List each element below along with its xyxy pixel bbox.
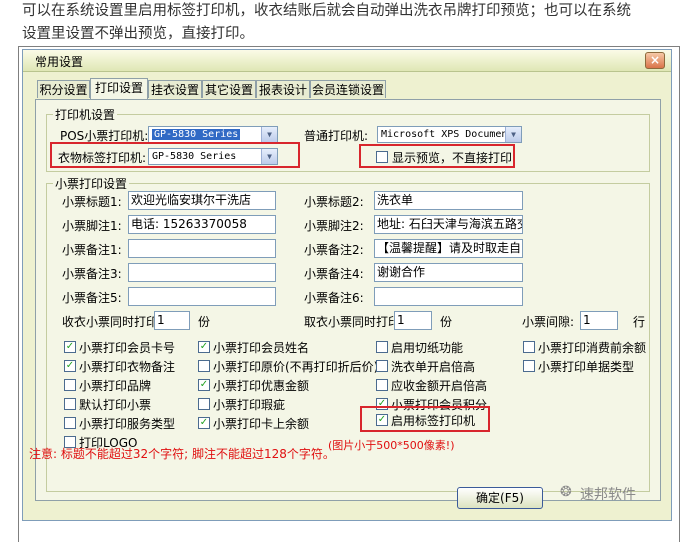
chevron-down-icon: ▼: [261, 149, 277, 164]
tag-printer-value: GP-5830 Series: [152, 151, 237, 162]
checkbox-label: 小票打印消费前余额: [538, 341, 647, 355]
close-button[interactable]: ×: [645, 52, 665, 69]
remark5-input[interactable]: [128, 287, 276, 306]
gap-input[interactable]: 1: [580, 311, 618, 330]
receive-copies-unit: 份: [198, 315, 211, 329]
tab-print[interactable]: 打印设置: [90, 78, 148, 99]
remark4-label: 小票备注4:: [304, 267, 364, 281]
normal-printer-label: 普通打印机:: [304, 129, 369, 143]
checkbox-label: 洗衣单开启倍高: [391, 360, 476, 374]
remark6-label: 小票备注6:: [304, 291, 364, 305]
checkbox-flaws[interactable]: [198, 398, 210, 410]
remark4-input[interactable]: 谢谢合作: [374, 263, 523, 282]
tab-other[interactable]: 其它设置: [202, 80, 256, 98]
receive-copies-label: 收衣小票同时打印: [62, 315, 159, 329]
chevron-down-icon: ▼: [505, 127, 521, 142]
remark2-label: 小票备注2:: [304, 243, 364, 257]
pickup-copies-input[interactable]: 1: [394, 311, 432, 330]
checkbox-order-double-height[interactable]: [376, 360, 388, 372]
gap-unit: 行: [633, 315, 646, 329]
pos-printer-value: GP-5830 Series: [152, 129, 241, 140]
window-title: 常用设置: [35, 55, 84, 69]
settings-dialog: 常用设置 × 积分设置 打印设置 挂衣设置 其它设置 报表设计 会员连锁设置 打…: [22, 49, 672, 521]
foot1-label: 小票脚注1:: [62, 219, 122, 233]
pickup-copies-unit: 份: [440, 315, 453, 329]
checkbox-label: 小票打印会员姓名: [213, 341, 310, 355]
tab-hanging[interactable]: 挂衣设置: [148, 80, 202, 98]
tag-printer-label: 衣物标签打印机:: [58, 151, 147, 165]
checkbox-service-type[interactable]: [64, 417, 76, 429]
close-icon: ×: [649, 53, 661, 67]
wechat-icon: ❂: [560, 484, 572, 500]
checkbox-label: 小票打印会员卡号: [79, 341, 176, 355]
article-line-1: 可以在系统设置里启用标签打印机，收衣结账后就会自动弹出洗衣吊牌打印预览；也可以在…: [22, 3, 631, 19]
title2-label: 小票标题2:: [304, 195, 364, 209]
foot2-label: 小票脚注2:: [304, 219, 364, 233]
checkbox-label: 启用标签打印机: [391, 414, 476, 428]
remark1-input[interactable]: [128, 239, 276, 258]
checkbox-label: 小票打印服务类型: [79, 417, 176, 431]
pickup-copies-label: 取衣小票同时打印: [304, 315, 401, 329]
preview-label: 显示预览，不直接打印: [392, 151, 513, 165]
watermark-text: 速邦软件: [580, 487, 636, 503]
gap-label: 小票间隙:: [522, 315, 575, 329]
checkbox-print-member-name[interactable]: ✓: [198, 341, 210, 353]
checkbox-label: 小票打印衣物备注: [79, 360, 176, 374]
normal-printer-value: Microsoft XPS Document: [381, 129, 514, 140]
checkbox-label: 小票打印瑕疵: [213, 398, 286, 412]
preview-checkbox[interactable]: [376, 151, 388, 163]
remark3-input[interactable]: [128, 263, 276, 282]
checkbox-clothes-remark[interactable]: ✓: [64, 360, 76, 372]
printer-group-title: 打印机设置: [53, 106, 118, 123]
tab-member-chain[interactable]: 会员连锁设置: [310, 80, 386, 98]
checkbox-enable-tag-printer[interactable]: ✓: [376, 414, 388, 426]
receive-copies-input[interactable]: 1: [154, 311, 190, 330]
tab-report-design[interactable]: 报表设计: [256, 80, 310, 98]
title1-label: 小票标题1:: [62, 195, 122, 209]
checkbox-label: 启用切纸功能: [391, 341, 464, 355]
remark5-label: 小票备注5:: [62, 291, 122, 305]
checkbox-paper-cut[interactable]: [376, 341, 388, 353]
checkbox-discount-amount[interactable]: ✓: [198, 379, 210, 391]
remark3-label: 小票备注3:: [62, 267, 122, 281]
title2-input[interactable]: 洗衣单: [374, 191, 523, 210]
checkbox-label: 小票打印单据类型: [538, 360, 635, 374]
normal-printer-select[interactable]: Microsoft XPS Document ▼: [377, 126, 522, 143]
tab-points[interactable]: 积分设置: [37, 80, 90, 98]
article-line-2: 设置里设置不弹出预览，直接打印。: [22, 26, 254, 42]
tag-printer-select[interactable]: GP-5830 Series ▼: [148, 148, 278, 165]
warning-note: 注意: 标题不能超过32个字符; 脚注不能超过128个字符。: [29, 447, 335, 461]
checkbox-label: 应收金额开启倍高: [391, 379, 488, 393]
checkbox-label: 小票打印优惠金额: [213, 379, 310, 393]
logo-size-hint: (图片小于500*500像素!): [328, 439, 455, 452]
article-text: 可以在系统设置里启用标签打印机，收衣结账后就会自动弹出洗衣吊牌打印预览；也可以在…: [22, 0, 682, 46]
title-bar[interactable]: 常用设置 ×: [23, 50, 671, 72]
checkbox-label: 小票打印品牌: [79, 379, 152, 393]
title1-input[interactable]: 欢迎光临安琪尔干洗店: [128, 191, 276, 210]
checkbox-label: 小票打印卡上余额: [213, 417, 310, 431]
remark1-label: 小票备注1:: [62, 243, 122, 257]
ok-button[interactable]: 确定(F5): [457, 487, 543, 509]
checkbox-label: 默认打印小票: [79, 398, 152, 412]
checkbox-balance-before[interactable]: [523, 341, 535, 353]
checkbox-default-print[interactable]: [64, 398, 76, 410]
checkbox-print-member-card[interactable]: ✓: [64, 341, 76, 353]
checkbox-brand[interactable]: [64, 379, 76, 391]
remark6-input[interactable]: [374, 287, 523, 306]
foot2-input[interactable]: 地址: 石臼天津与海滨五路交: [374, 215, 523, 234]
print-settings-panel: 打印机设置 POS小票打印机: GP-5830 Series ▼ 普通打印机: …: [35, 99, 661, 501]
checkbox-card-balance[interactable]: ✓: [198, 417, 210, 429]
receipt-group-title: 小票打印设置: [53, 175, 130, 192]
checkbox-label: 小票打印原价(不再打印折后价): [213, 360, 379, 374]
checkbox-original-price[interactable]: [198, 360, 210, 372]
checkbox-receivable-double-height[interactable]: [376, 379, 388, 391]
pos-printer-select[interactable]: GP-5830 Series ▼: [148, 126, 278, 143]
checkbox-document-type[interactable]: [523, 360, 535, 372]
chevron-down-icon: ▼: [261, 127, 277, 142]
foot1-input[interactable]: 电话: 15263370058: [128, 215, 276, 234]
remark2-input[interactable]: 【温馨提醒】请及时取走自己: [374, 239, 523, 258]
